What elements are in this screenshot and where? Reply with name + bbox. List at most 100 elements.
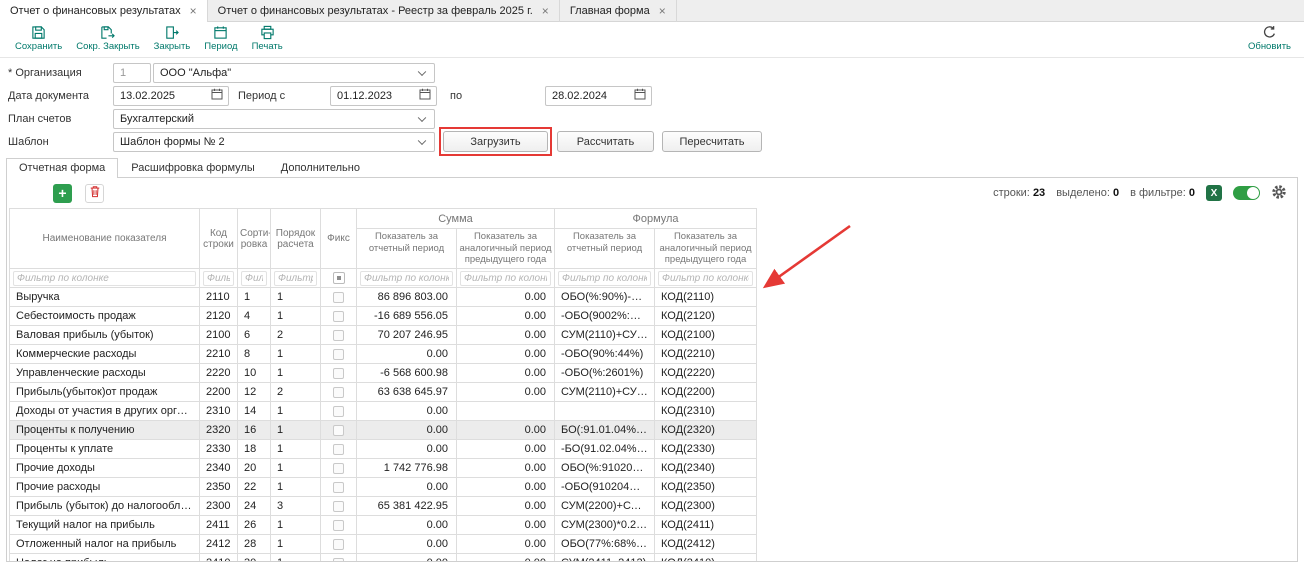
cell-fixed[interactable] <box>321 383 357 402</box>
cell-sort[interactable]: 20 <box>238 459 271 478</box>
cell-name[interactable]: Валовая прибыль (убыток) <box>10 326 200 345</box>
tab-report-form[interactable]: Отчетная форма <box>6 158 118 178</box>
cell-sum_prev[interactable]: 0.00 <box>457 459 555 478</box>
cell-formula_report[interactable] <box>555 402 655 421</box>
cell-code[interactable]: 2110 <box>200 288 238 307</box>
cell-sort[interactable]: 16 <box>238 421 271 440</box>
cell-sum_report[interactable]: 0.00 <box>357 402 457 421</box>
window-tab-registry[interactable]: Отчет о финансовых результатах - Реестр … <box>208 0 560 22</box>
cell-formula_prev[interactable]: КОД(2310) <box>655 402 757 421</box>
cell-name[interactable]: Прибыль(убыток)от продаж <box>10 383 200 402</box>
cell-sum_report[interactable]: 0.00 <box>357 516 457 535</box>
cell-fixed[interactable] <box>321 516 357 535</box>
fixed-checkbox[interactable] <box>333 539 344 550</box>
cell-order[interactable]: 1 <box>271 535 321 554</box>
export-excel-button[interactable]: X <box>1206 185 1222 201</box>
fixed-checkbox[interactable] <box>333 349 344 360</box>
fixed-checkbox[interactable] <box>333 482 344 493</box>
cell-formula_prev[interactable]: КОД(2300) <box>655 497 757 516</box>
cell-name[interactable]: Налог на прибыль <box>10 554 200 563</box>
print-button[interactable]: Печать <box>245 24 290 53</box>
cell-sum_report[interactable]: 63 638 645.97 <box>357 383 457 402</box>
cell-order[interactable]: 1 <box>271 345 321 364</box>
fixed-checkbox[interactable] <box>333 311 344 322</box>
table-row[interactable]: Прочие расходы23502210.000.00-ОБО(910204… <box>10 478 757 497</box>
table-row[interactable]: Выручка21101186 896 803.000.00ОБО(%:90%)… <box>10 288 757 307</box>
cell-fixed[interactable] <box>321 440 357 459</box>
tab-close-icon[interactable]: × <box>659 5 666 17</box>
fixed-checkbox[interactable] <box>333 387 344 398</box>
cell-formula_report[interactable]: СУМ(2300)*0.2+СУ... <box>555 516 655 535</box>
cell-fixed[interactable] <box>321 478 357 497</box>
table-row[interactable]: Себестоимость продаж212041-16 689 556.05… <box>10 307 757 326</box>
cell-code[interactable]: 2200 <box>200 383 238 402</box>
cell-name[interactable]: Коммерческие расходы <box>10 345 200 364</box>
table-row[interactable]: Управленческие расходы2220101-6 568 600.… <box>10 364 757 383</box>
period-to-field[interactable]: 28.02.2024 <box>545 86 652 106</box>
tab-close-icon[interactable]: × <box>190 5 197 17</box>
table-row[interactable]: Проценты к получению23201610.000.00БО(:9… <box>10 421 757 440</box>
cell-formula_report[interactable]: СУМ(2200)+СУМ(23... <box>555 497 655 516</box>
cell-order[interactable]: 1 <box>271 421 321 440</box>
cell-formula_report[interactable]: -ОБО(910204%:%)-С... <box>555 478 655 497</box>
cell-name[interactable]: Проценты к получению <box>10 421 200 440</box>
cell-order[interactable]: 1 <box>271 440 321 459</box>
cell-sum_report[interactable]: 0.00 <box>357 554 457 563</box>
cell-sum_prev[interactable] <box>457 402 555 421</box>
organization-code-field[interactable]: 1 <box>113 63 151 83</box>
cell-order[interactable]: 1 <box>271 459 321 478</box>
cell-formula_report[interactable]: ОБО(%:90%)-ОБО(9... <box>555 288 655 307</box>
cell-name[interactable]: Выручка <box>10 288 200 307</box>
cell-name[interactable]: Проценты к уплате <box>10 440 200 459</box>
window-tab-report[interactable]: Отчет о финансовых результатах × <box>0 0 208 22</box>
cell-order[interactable]: 1 <box>271 478 321 497</box>
col-header-formula-report[interactable]: Показатель за отчетный период <box>555 229 655 269</box>
fixed-checkbox[interactable] <box>333 520 344 531</box>
load-button[interactable]: Загрузить <box>443 131 548 152</box>
cell-code[interactable]: 2410 <box>200 554 238 563</box>
tab-additional[interactable]: Дополнительно <box>268 158 373 177</box>
col-header-name[interactable]: Наименование показателя <box>10 209 200 269</box>
cell-sort[interactable]: 30 <box>238 554 271 563</box>
save-close-button[interactable]: Сокр. Закрыть <box>69 24 146 53</box>
cell-formula_prev[interactable]: КОД(2412) <box>655 535 757 554</box>
cell-name[interactable]: Доходы от участия в других организаци... <box>10 402 200 421</box>
table-row[interactable]: Коммерческие расходы2210810.000.00-ОБО(9… <box>10 345 757 364</box>
cell-sort[interactable]: 10 <box>238 364 271 383</box>
fixed-checkbox[interactable] <box>333 368 344 379</box>
cell-sum_prev[interactable]: 0.00 <box>457 535 555 554</box>
organization-select[interactable]: ООО "Альфа" <box>153 63 435 83</box>
cell-formula_report[interactable]: -ОБО(90%:44%) <box>555 345 655 364</box>
settings-button[interactable] <box>1271 184 1287 203</box>
col-header-fixed[interactable]: Фикс <box>321 209 357 269</box>
cell-sum_report[interactable]: 0.00 <box>357 440 457 459</box>
cell-sort[interactable]: 1 <box>238 288 271 307</box>
cell-formula_prev[interactable]: КОД(2320) <box>655 421 757 440</box>
window-tab-main-form[interactable]: Главная форма × <box>560 0 677 22</box>
cell-fixed[interactable] <box>321 345 357 364</box>
cell-name[interactable]: Отложенный налог на прибыль <box>10 535 200 554</box>
cell-order[interactable]: 1 <box>271 516 321 535</box>
calendar-icon[interactable] <box>211 88 223 103</box>
cell-order[interactable]: 1 <box>271 402 321 421</box>
cell-code[interactable]: 2330 <box>200 440 238 459</box>
period-button[interactable]: Период <box>197 24 244 53</box>
cell-sum_report[interactable]: 0.00 <box>357 421 457 440</box>
fixed-checkbox[interactable] <box>333 406 344 417</box>
cell-formula_report[interactable]: БО(:91.01.04%:::245... <box>555 421 655 440</box>
cell-sum_prev[interactable]: 0.00 <box>457 345 555 364</box>
cell-sum_report[interactable]: 0.00 <box>357 345 457 364</box>
cell-name[interactable]: Управленческие расходы <box>10 364 200 383</box>
cell-sum_report[interactable]: 0.00 <box>357 535 457 554</box>
cell-sum_report[interactable]: -6 568 600.98 <box>357 364 457 383</box>
cell-code[interactable]: 2220 <box>200 364 238 383</box>
view-toggle[interactable] <box>1233 186 1260 200</box>
cell-fixed[interactable] <box>321 402 357 421</box>
filter-input-formula-prev[interactable] <box>658 271 753 286</box>
cell-code[interactable]: 2412 <box>200 535 238 554</box>
cell-formula_prev[interactable]: КОД(2340) <box>655 459 757 478</box>
cell-formula_prev[interactable]: КОД(2200) <box>655 383 757 402</box>
cell-order[interactable]: 1 <box>271 554 321 563</box>
close-button[interactable]: Закрыть <box>147 24 198 53</box>
cell-formula_report[interactable]: -БО(91.02.04%::278... <box>555 440 655 459</box>
